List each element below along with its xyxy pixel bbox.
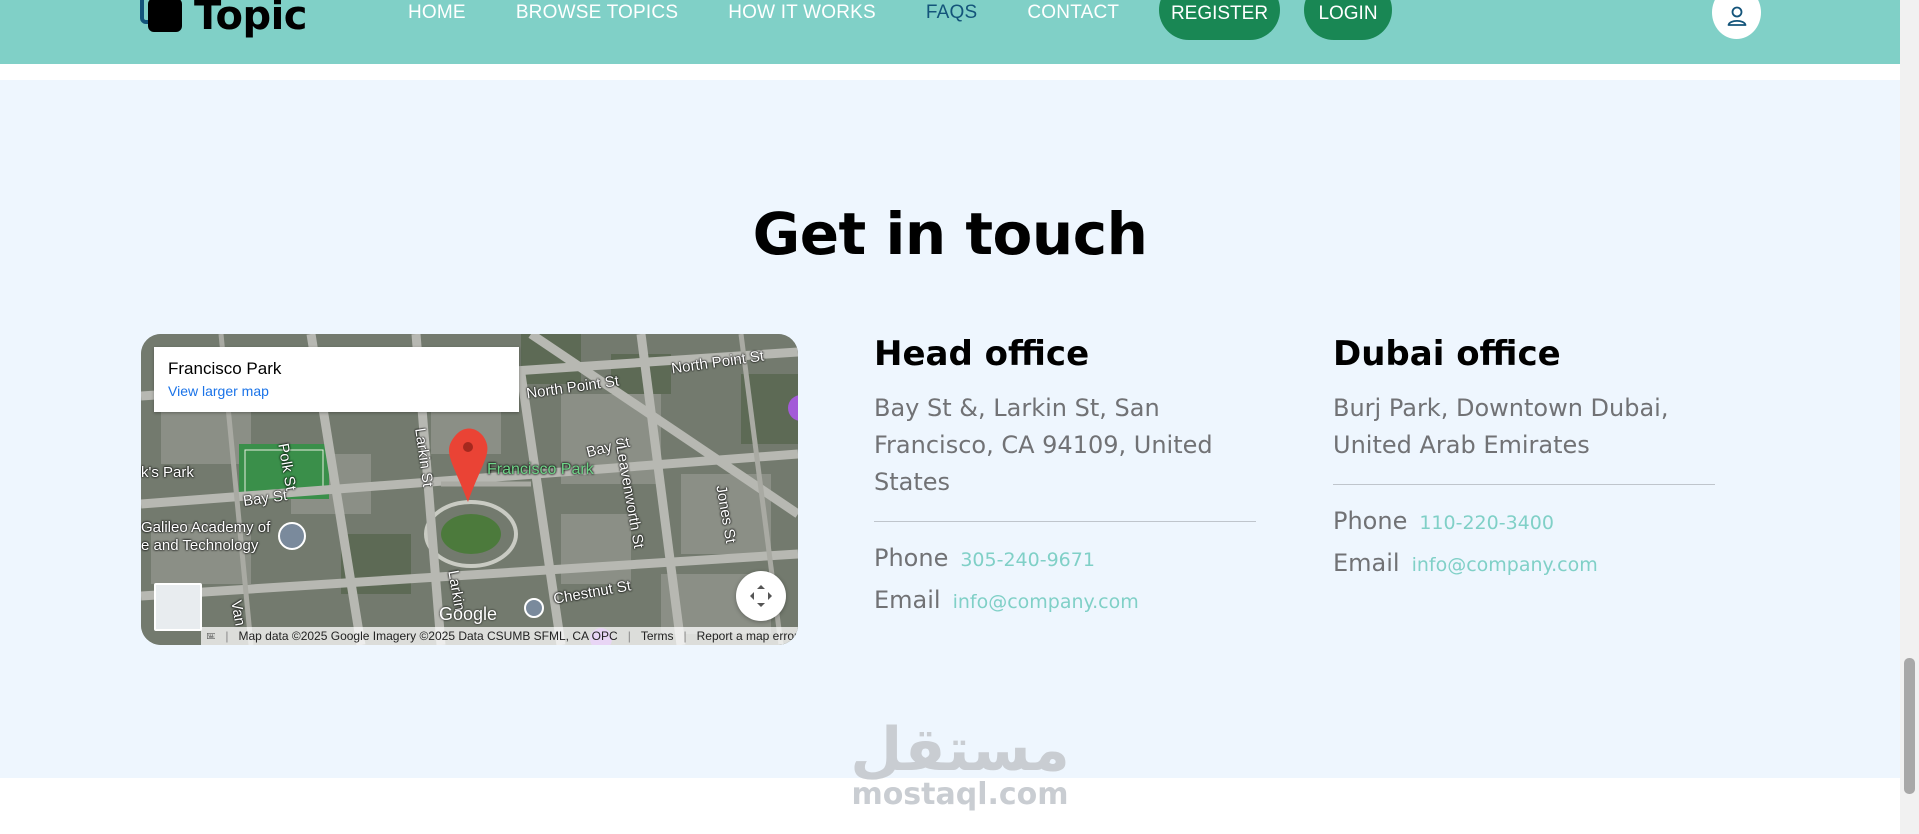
map-pin-label: Francisco Park — [487, 461, 594, 478]
brand-name: Topic — [194, 0, 308, 39]
nav-link-how-it-works[interactable]: HOW IT WORKS — [728, 2, 876, 24]
dubai-office-address: Burj Park, Downtown Dubai, United Arab E… — [1333, 394, 1669, 459]
nav-link-home[interactable]: HOME — [408, 2, 466, 24]
head-office-phone-row: Phone 305-240-9671 — [874, 544, 1256, 586]
map-street-label: e and Technology — [141, 537, 259, 554]
divider — [874, 521, 1256, 522]
login-button[interactable]: LOGIN — [1304, 0, 1392, 40]
fullscreen-icon — [750, 585, 772, 607]
dubai-office-email-link[interactable]: info@company.com — [1412, 554, 1598, 576]
map-attribution: Map data ©2025 Google Imagery ©2025 Data… — [238, 629, 618, 643]
brand-logo[interactable]: Topic — [140, 0, 308, 39]
dubai-office-phone-row: Phone 110-220-3400 — [1333, 507, 1715, 549]
email-label: Email — [1333, 549, 1400, 577]
report-map-error-link[interactable]: Report a map error — [697, 629, 798, 643]
head-office-phone-link[interactable]: 305-240-9671 — [960, 549, 1095, 571]
dubai-office-email-row: Email info@company.com — [1333, 549, 1715, 591]
nav-link-faqs[interactable]: FAQS — [926, 2, 977, 24]
map-street-label: Galileo Academy of — [141, 519, 271, 536]
user-icon — [1727, 6, 1746, 26]
top-navbar: Topic HOME BROWSE TOPICS HOW IT WORKS FA… — [0, 0, 1900, 64]
scrollbar-thumb[interactable] — [1904, 658, 1915, 794]
map-attribution-bar: | Map data ©2025 Google Imagery ©2025 Da… — [141, 627, 798, 645]
navbar-spacer — [0, 64, 1900, 80]
view-larger-map-link[interactable]: View larger map — [168, 383, 505, 399]
dubai-office-title: Dubai office — [1333, 334, 1561, 374]
watermark-arabic: مستقل — [850, 715, 1070, 785]
map-layer-toggle[interactable] — [154, 583, 202, 631]
google-logo: Google — [439, 604, 498, 624]
nav-link-contact[interactable]: CONTACT — [1027, 2, 1119, 24]
keyboard-icon[interactable] — [207, 630, 216, 642]
phone-label: Phone — [1333, 507, 1408, 535]
head-office-title: Head office — [874, 334, 1090, 374]
phone-label: Phone — [874, 544, 949, 572]
map-place-name: Francisco Park — [168, 359, 282, 378]
head-office-card: Head office Bay St &, Larkin St, San Fra… — [874, 332, 1256, 628]
watermark: مستقل mostaql.com — [850, 718, 1070, 812]
head-office-email-link[interactable]: info@company.com — [953, 591, 1139, 613]
user-profile-button[interactable] — [1712, 0, 1761, 39]
email-label: Email — [874, 586, 941, 614]
nav-links: HOME BROWSE TOPICS HOW IT WORKS FAQS CON… — [408, 0, 1169, 26]
head-office-email-row: Email info@company.com — [874, 586, 1256, 628]
logo-icon — [140, 0, 182, 36]
map-place-card: Francisco Park View larger map — [154, 347, 519, 412]
page-scrollbar[interactable] — [1900, 0, 1919, 834]
dubai-office-card: Dubai office Burj Park, Downtown Dubai, … — [1333, 332, 1715, 591]
nav-link-browse-topics[interactable]: BROWSE TOPICS — [516, 2, 678, 24]
section-title: Get in touch — [752, 200, 1148, 268]
map-street-label: k's Park — [141, 464, 194, 481]
embedded-map[interactable]: North Point St North Point St Bay St Bay… — [141, 334, 798, 645]
divider — [1333, 484, 1715, 485]
dubai-office-phone-link[interactable]: 110-220-3400 — [1419, 512, 1554, 534]
register-button[interactable]: REGISTER — [1159, 0, 1280, 40]
watermark-latin: mostaql.com — [851, 777, 1069, 812]
fullscreen-button[interactable] — [736, 571, 786, 621]
head-office-address: Bay St &, Larkin St, San Francisco, CA 9… — [874, 394, 1213, 496]
map-terms-link[interactable]: Terms — [641, 629, 674, 643]
